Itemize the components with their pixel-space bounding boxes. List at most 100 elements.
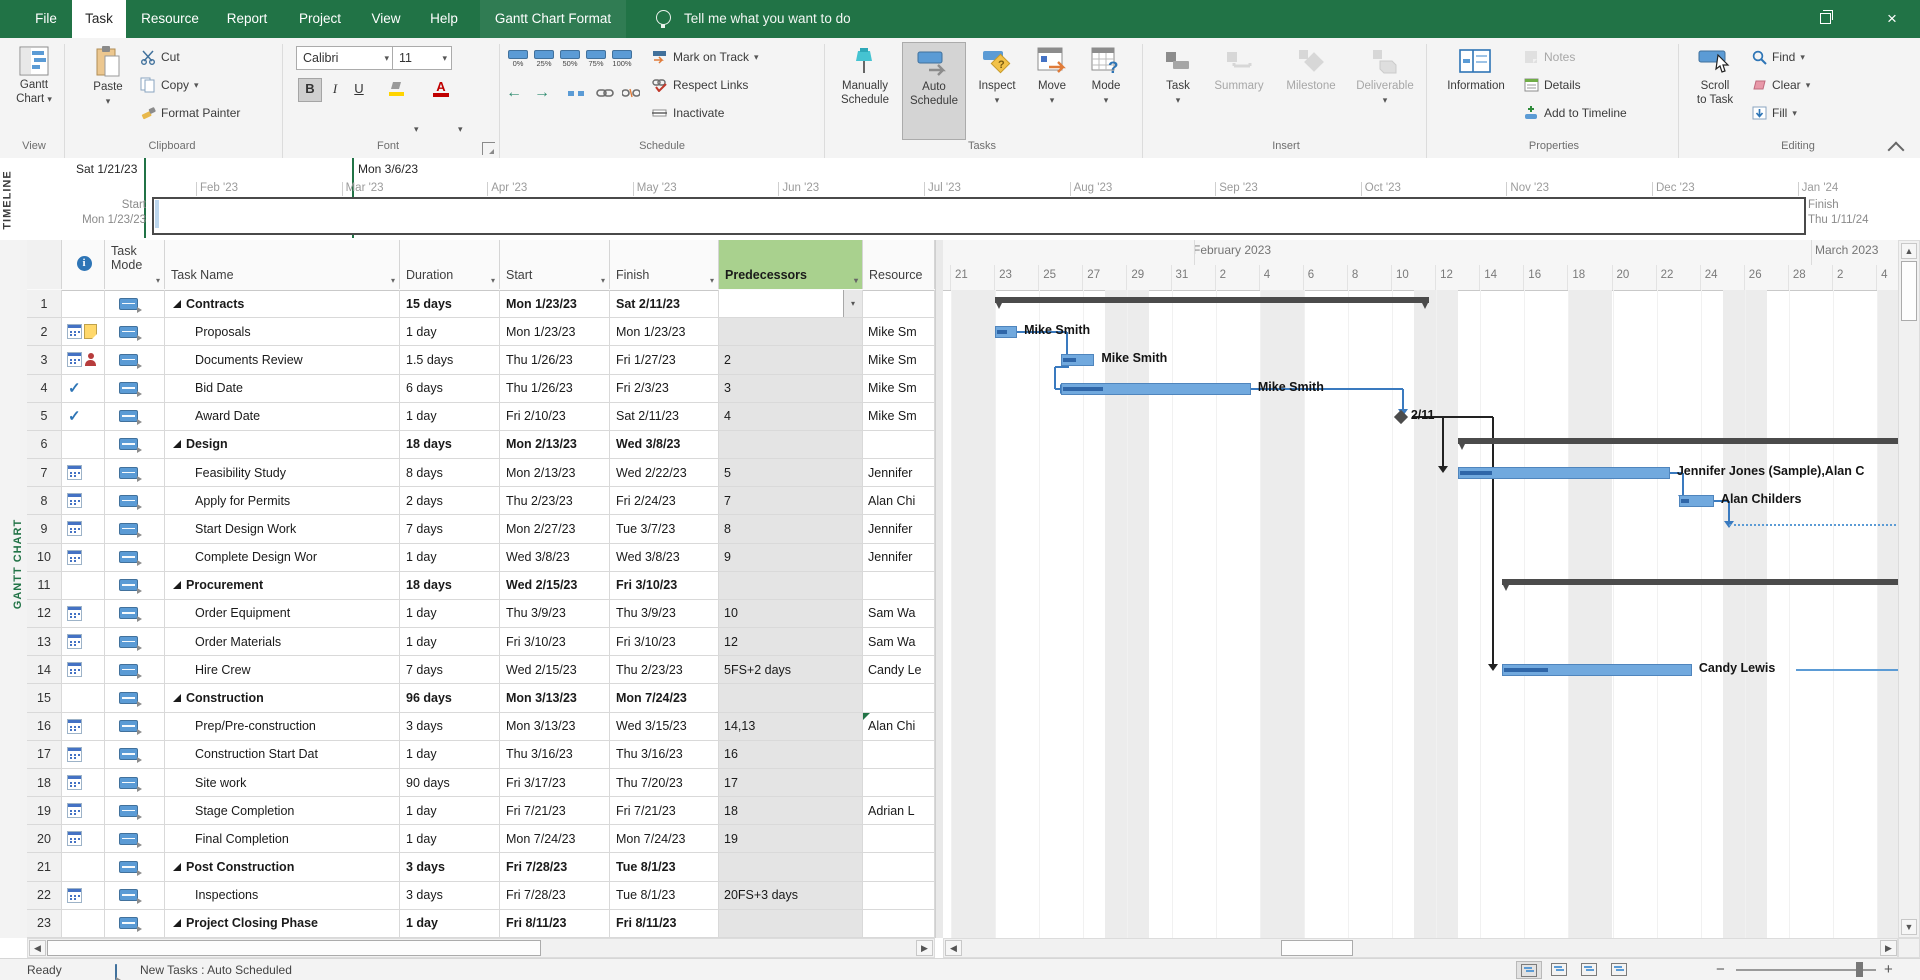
cell-duration[interactable]: 1 day bbox=[400, 797, 500, 825]
cell-task-name[interactable]: Proposals bbox=[165, 318, 400, 346]
cell-start[interactable]: Fri 3/10/23 bbox=[500, 628, 610, 656]
cell-predecessors[interactable] bbox=[719, 910, 863, 938]
cell-resource-names[interactable]: Mike Sm bbox=[863, 318, 935, 346]
cell-resource-names[interactable]: Mike Sm bbox=[863, 346, 935, 374]
cell-start[interactable]: Mon 1/23/23 bbox=[500, 318, 610, 346]
cell-finish[interactable]: Sat 2/11/23 bbox=[610, 403, 719, 431]
timeline-bar[interactable] bbox=[152, 197, 1806, 235]
row-number[interactable]: 15 bbox=[27, 684, 62, 712]
cell-predecessors[interactable] bbox=[719, 572, 863, 600]
percent-0-button[interactable]: 0% bbox=[506, 48, 530, 72]
cell-indicators[interactable] bbox=[62, 515, 105, 543]
row-number[interactable]: 13 bbox=[27, 628, 62, 656]
cell-finish[interactable]: Mon 7/24/23 bbox=[610, 825, 719, 853]
cell-finish[interactable]: Fri 8/11/23 bbox=[610, 910, 719, 938]
cell-task-mode[interactable] bbox=[105, 853, 165, 881]
add-to-timeline-button[interactable]: Add to Timeline bbox=[1524, 102, 1627, 124]
italic-button[interactable]: I bbox=[324, 78, 346, 100]
font-name-combo[interactable]: Calibri▾ bbox=[296, 46, 394, 70]
cell-finish[interactable]: Wed 3/8/23 bbox=[610, 431, 719, 459]
cell-resource-names[interactable]: Alan Chi bbox=[863, 487, 935, 515]
insert-task-button[interactable]: Task▾ bbox=[1154, 42, 1202, 138]
cell-predecessors[interactable]: 3 bbox=[719, 375, 863, 403]
font-color-chevron[interactable]: ▾ bbox=[458, 124, 463, 135]
cell-start[interactable]: Mon 2/27/23 bbox=[500, 515, 610, 543]
gantt-scroll-left-arrow[interactable]: ◀ bbox=[945, 940, 962, 956]
row-number[interactable]: 18 bbox=[27, 769, 62, 797]
cell-resource-names[interactable]: Mike Sm bbox=[863, 403, 935, 431]
cell-predecessors[interactable]: 4 bbox=[719, 403, 863, 431]
cell-finish[interactable]: Mon 1/23/23 bbox=[610, 318, 719, 346]
gantt-hscroll-thumb[interactable] bbox=[1281, 940, 1353, 956]
cell-task-mode[interactable] bbox=[105, 741, 165, 769]
table-hscroll-thumb[interactable] bbox=[47, 940, 541, 956]
cell-task-name[interactable]: Post Construction bbox=[165, 853, 400, 881]
highlight-chevron[interactable]: ▾ bbox=[414, 124, 419, 135]
cell-task-mode[interactable] bbox=[105, 628, 165, 656]
cell-predecessors[interactable] bbox=[719, 853, 863, 881]
cell-start[interactable]: Thu 3/9/23 bbox=[500, 600, 610, 628]
insert-milestone-button[interactable]: Milestone bbox=[1276, 42, 1346, 138]
cell-finish[interactable]: Fri 3/10/23 bbox=[610, 572, 719, 600]
cell-predecessors[interactable]: 14,13 bbox=[719, 713, 863, 741]
gantt-chart-view-button[interactable]: GanttChart ▾ bbox=[10, 42, 58, 138]
view-shortcut-team-planner[interactable] bbox=[1576, 961, 1602, 979]
cell-duration[interactable]: 18 days bbox=[400, 572, 500, 600]
cell-predecessors[interactable]: 18 bbox=[719, 797, 863, 825]
cell-indicators[interactable] bbox=[62, 431, 105, 459]
bold-button[interactable]: B bbox=[298, 78, 322, 102]
header-finish[interactable]: Finish▾ bbox=[610, 240, 719, 289]
gantt-task-bar[interactable] bbox=[1502, 664, 1692, 676]
cell-indicators[interactable] bbox=[62, 600, 105, 628]
cell-predecessors[interactable]: 8 bbox=[719, 515, 863, 543]
tab-project[interactable]: Project bbox=[288, 0, 352, 38]
font-dialog-launcher-icon[interactable] bbox=[482, 142, 495, 155]
tab-resource[interactable]: Resource bbox=[132, 0, 208, 38]
cell-duration[interactable]: 1 day bbox=[400, 403, 500, 431]
cell-indicators[interactable]: ✓ bbox=[62, 375, 105, 403]
cell-task-mode[interactable] bbox=[105, 713, 165, 741]
cell-duration[interactable]: 3 days bbox=[400, 853, 500, 881]
cell-task-name[interactable]: Stage Completion bbox=[165, 797, 400, 825]
cell-indicators[interactable] bbox=[62, 910, 105, 938]
cell-resource-names[interactable]: Sam Wa bbox=[863, 600, 935, 628]
collapse-triangle-icon[interactable] bbox=[173, 694, 181, 702]
cell-task-name[interactable]: Contracts bbox=[165, 290, 400, 318]
row-number[interactable]: 21 bbox=[27, 853, 62, 881]
tab-task[interactable]: Task bbox=[72, 0, 126, 38]
notes-button[interactable]: Notes bbox=[1524, 46, 1575, 68]
inactivate-button[interactable]: Inactivate bbox=[652, 102, 724, 124]
cell-finish[interactable]: Wed 3/15/23 bbox=[610, 713, 719, 741]
cell-finish[interactable]: Thu 2/23/23 bbox=[610, 656, 719, 684]
collapse-ribbon-icon[interactable] bbox=[1888, 142, 1905, 159]
cell-start[interactable]: Mon 2/13/23 bbox=[500, 431, 610, 459]
cell-task-mode[interactable] bbox=[105, 346, 165, 374]
cell-duration[interactable]: 1.5 days bbox=[400, 346, 500, 374]
cell-duration[interactable]: 15 days bbox=[400, 290, 500, 318]
row-number[interactable]: 14 bbox=[27, 656, 62, 684]
unlink-tasks-button[interactable] bbox=[622, 82, 640, 104]
row-number[interactable]: 10 bbox=[27, 544, 62, 572]
cell-finish[interactable]: Wed 3/8/23 bbox=[610, 544, 719, 572]
cell-duration[interactable]: 18 days bbox=[400, 431, 500, 459]
row-number[interactable]: 4 bbox=[27, 375, 62, 403]
cell-task-name[interactable]: Complete Design Wor bbox=[165, 544, 400, 572]
cut-button[interactable]: Cut bbox=[140, 46, 180, 68]
row-number[interactable]: 19 bbox=[27, 797, 62, 825]
information-button[interactable]: Information bbox=[1438, 42, 1514, 138]
cell-predecessors[interactable]: 17 bbox=[719, 769, 863, 797]
cell-finish[interactable]: Tue 8/1/23 bbox=[610, 853, 719, 881]
gantt-task-bar[interactable] bbox=[1061, 383, 1251, 395]
cell-task-mode[interactable] bbox=[105, 600, 165, 628]
cell-finish[interactable]: Thu 3/9/23 bbox=[610, 600, 719, 628]
cell-resource-names[interactable]: Mike Sm bbox=[863, 375, 935, 403]
cell-task-name[interactable]: Feasibility Study bbox=[165, 459, 400, 487]
cell-indicators[interactable] bbox=[62, 459, 105, 487]
percent-75-button[interactable]: 75% bbox=[584, 48, 608, 72]
collapse-triangle-icon[interactable] bbox=[173, 300, 181, 308]
scroll-to-task-button[interactable]: Scrollto Task bbox=[1688, 42, 1742, 138]
tab-file[interactable]: File bbox=[24, 0, 68, 38]
cell-indicators[interactable] bbox=[62, 825, 105, 853]
header-predecessors[interactable]: Predecessors▾ bbox=[719, 240, 863, 289]
respect-links-button[interactable]: Respect Links bbox=[652, 74, 748, 96]
